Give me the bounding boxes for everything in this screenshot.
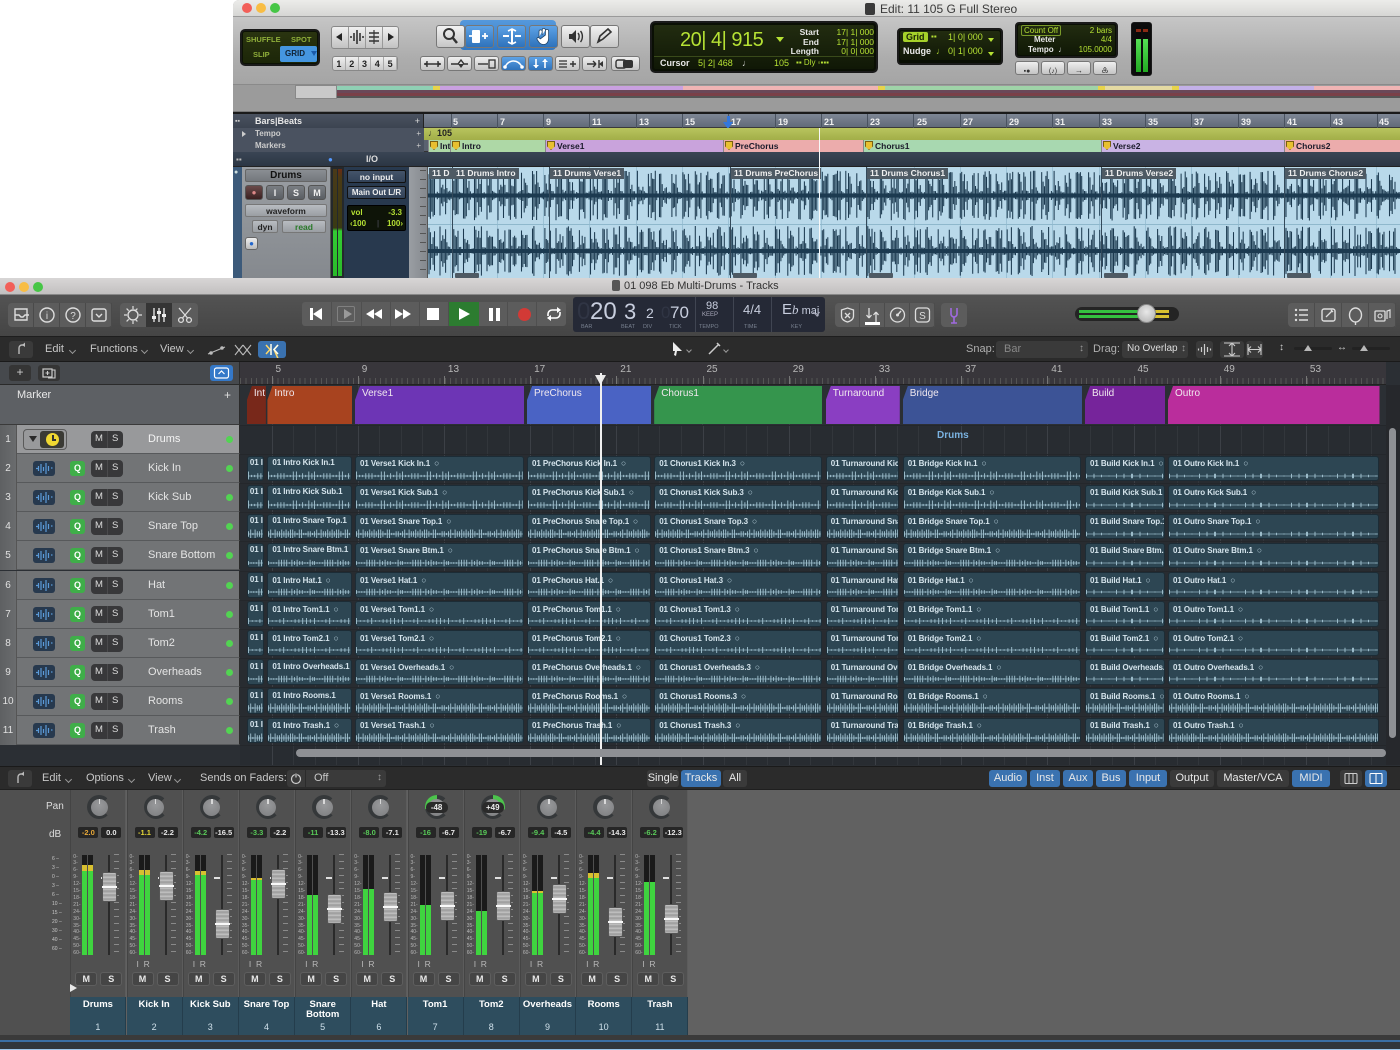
svg-text:?: ? xyxy=(70,311,76,322)
svg-text:S: S xyxy=(919,311,926,322)
svg-text:i: i xyxy=(46,311,48,322)
